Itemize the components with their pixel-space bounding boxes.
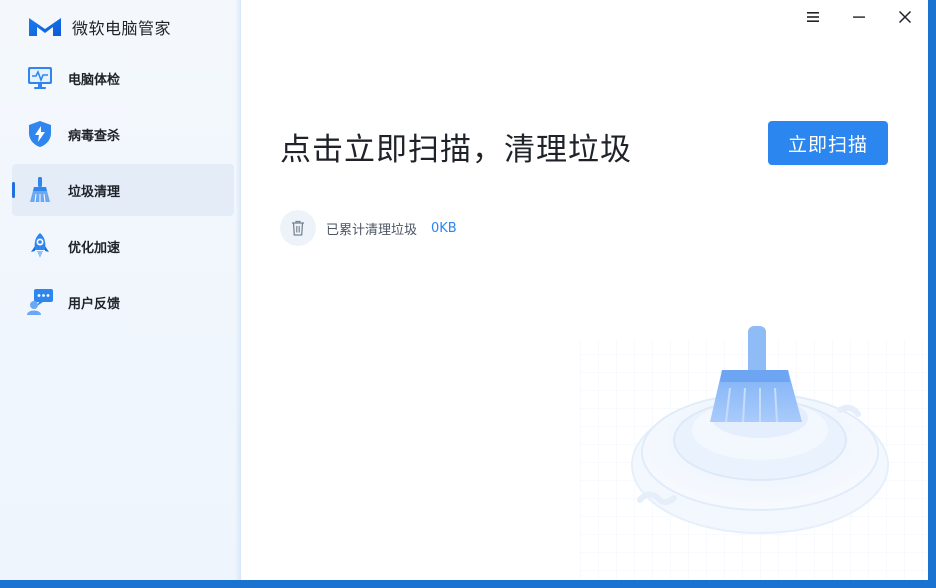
app-window: 微软电脑管家 电脑体检 病毒查杀 垃圾清理 优化加速 用户反馈 点击立即扫描，清… [0,0,928,580]
cleanup-illustration [580,326,928,580]
sidebar: 微软电脑管家 电脑体检 病毒查杀 垃圾清理 优化加速 用户反馈 [0,0,241,580]
sidebar-item-label: 垃圾清理 [68,184,121,200]
cleaned-total: 已累计清理垃圾 0KB [280,210,457,246]
hamburger-icon [807,12,819,22]
close-button[interactable] [882,0,928,34]
close-icon [898,10,912,24]
window-controls [790,0,928,36]
sidebar-item-label: 用户反馈 [68,296,121,312]
monitor-icon [26,64,54,92]
shield-icon [26,120,54,148]
sidebar-nav: 电脑体检 病毒查杀 垃圾清理 优化加速 用户反馈 [12,52,234,332]
scan-now-button[interactable]: 立即扫描 [768,121,888,165]
cleaned-total-label: 已累计清理垃圾 [326,222,418,238]
minimize-button[interactable] [836,0,882,34]
sidebar-item-cleanup[interactable]: 垃圾清理 [12,164,234,216]
sidebar-item-label: 电脑体检 [68,72,121,88]
feedback-icon [26,288,54,316]
broom-icon [26,176,54,204]
minimize-icon [853,16,865,18]
app-logo-icon [29,18,61,36]
brand: 微软电脑管家 [28,14,171,40]
app-title: 微软电脑管家 [72,19,172,38]
cleaned-total-value: 0KB [431,220,457,236]
sidebar-item-speedup[interactable]: 优化加速 [12,220,234,272]
sidebar-item-checkup[interactable]: 电脑体检 [12,52,234,104]
rocket-icon [26,232,54,260]
sidebar-item-feedback[interactable]: 用户反馈 [12,276,234,328]
trash-icon [280,210,316,246]
page-title: 点击立即扫描，清理垃圾 [280,132,632,168]
sidebar-item-label: 优化加速 [68,240,121,256]
sidebar-item-antivirus[interactable]: 病毒查杀 [12,108,234,160]
menu-button[interactable] [790,0,836,34]
sidebar-item-label: 病毒查杀 [68,128,121,144]
